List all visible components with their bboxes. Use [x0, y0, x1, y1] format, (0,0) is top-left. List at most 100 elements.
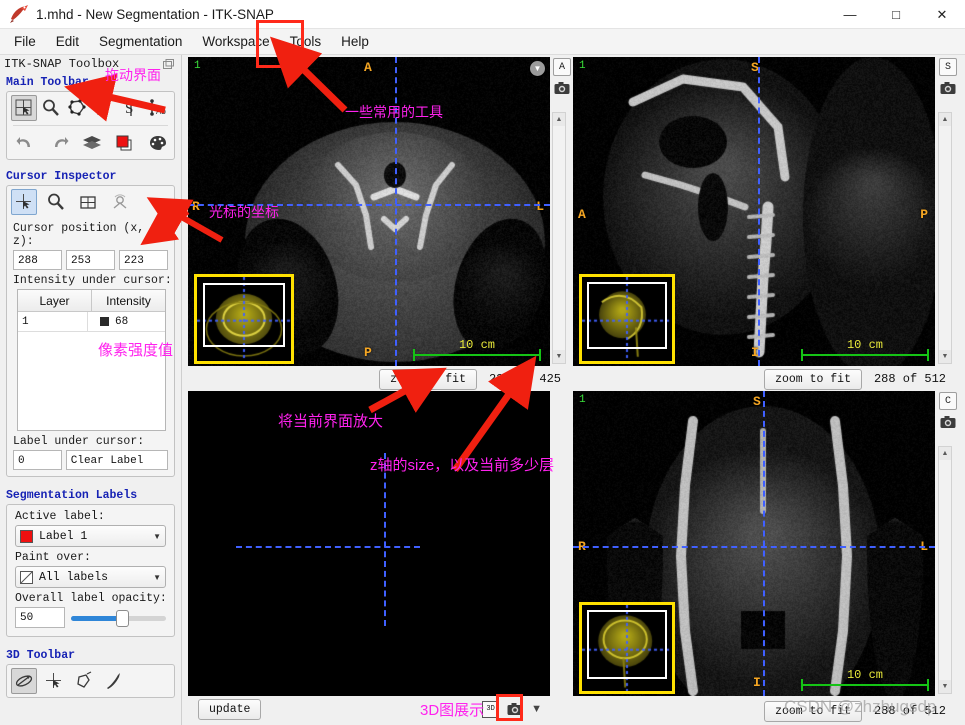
title-bar: 1.mhd - New Segmentation - ITK-SNAP — □ …	[0, 0, 965, 29]
svg-text:S: S	[125, 101, 133, 117]
scroll-up-arrow[interactable]: ▲	[553, 113, 565, 126]
palette-tool-button[interactable]	[145, 130, 170, 156]
intensity-table-header: Layer Intensity	[18, 290, 165, 312]
cell-layer: 1	[18, 312, 88, 331]
sagittal-zoom-to-fit-button[interactable]: zoom to fit	[764, 369, 862, 390]
sagittal-scale-ruler: 10 cm	[801, 342, 929, 360]
toolbar-divider	[13, 125, 168, 126]
window-title: 1.mhd - New Segmentation - ITK-SNAP	[36, 7, 274, 22]
axial-zoom-to-fit-button[interactable]: zoom to fit	[379, 369, 477, 390]
annotation-drag-ui: 拖动界面	[105, 65, 161, 85]
menu-file[interactable]: File	[4, 31, 46, 52]
sagittal-thumbnail-overlay[interactable]	[579, 274, 675, 364]
menu-help[interactable]: Help	[331, 31, 379, 52]
ruler-bar	[801, 354, 929, 356]
paintbrush-tool-button[interactable]	[91, 95, 117, 121]
minimize-button[interactable]: —	[827, 0, 873, 29]
coronal-thumbnail-overlay[interactable]	[579, 602, 675, 694]
undo-tool-button[interactable]	[13, 130, 38, 156]
camera-icon[interactable]	[939, 413, 957, 431]
axial-view-letter-button[interactable]: A	[553, 58, 571, 76]
itk-snap-window: 1.mhd - New Segmentation - ITK-SNAP — □ …	[0, 0, 965, 725]
scalpel-3d-tool-button[interactable]	[101, 668, 127, 694]
polygon-tool-button[interactable]	[64, 95, 90, 121]
scroll-up-arrow[interactable]: ▲	[939, 113, 951, 126]
annotation-show-3d: 3D图展示	[420, 699, 484, 720]
scroll-down-arrow[interactable]: ▼	[553, 350, 565, 363]
coronal-view-panel[interactable]: 1 S I R L 10 cm	[573, 391, 935, 696]
paint-over-dropdown[interactable]: All labels ▼	[15, 566, 166, 588]
axial-slice-counter: 223 of 425	[489, 372, 561, 386]
axial-thumbnail-overlay[interactable]	[194, 274, 294, 364]
sagittal-view-panel[interactable]: 1 S I A P 10 cm	[573, 57, 935, 366]
spraypaint-3d-tool-button[interactable]	[71, 668, 97, 694]
label-under-cursor-row: 0 Clear Label	[7, 450, 174, 470]
csdn-watermark: CSDN @zhzhugsdp	[784, 697, 936, 717]
toolbar-3d-row	[7, 665, 174, 697]
coronal-ruler-label: 10 cm	[801, 668, 929, 682]
cursor-y-input[interactable]: 253	[66, 250, 115, 270]
close-button[interactable]: ✕	[919, 0, 965, 29]
cursor-inspector-group: Cursor position (x, y, z): 288 253 223 I…	[6, 185, 175, 477]
grid-tab[interactable]	[75, 189, 101, 215]
camera-icon[interactable]	[939, 79, 957, 97]
annotation-cursor-coords: 光标的坐标	[209, 202, 279, 222]
opacity-value-input[interactable]: 50	[15, 607, 65, 628]
view3d-update-button[interactable]: update	[198, 699, 261, 720]
sagittal-vertical-scrollbar[interactable]: ▲ ▼	[938, 112, 952, 364]
crosshair-tool-button[interactable]	[11, 95, 37, 121]
coronal-slice-index: 1	[579, 394, 586, 406]
ruler-bar	[801, 684, 929, 686]
sagittal-view-letter-button[interactable]: S	[939, 58, 957, 76]
toolbar-3d-title: 3D Toolbar	[6, 649, 181, 662]
coronal-view-letter-button[interactable]: C	[939, 392, 957, 410]
active-label-dropdown[interactable]: Label 1 ▼	[15, 525, 166, 547]
ruler-cap-left	[801, 349, 803, 361]
intensity-table: Layer Intensity 1 68	[17, 289, 166, 431]
coronal-vertical-scrollbar[interactable]: ▲ ▼	[938, 446, 952, 694]
ruler-cap-right	[539, 349, 541, 361]
menu-edit[interactable]: Edit	[46, 31, 89, 52]
intensity-swatch	[100, 317, 109, 326]
view3d-chevron-down-icon[interactable]: ▼	[531, 703, 542, 715]
coronal-scale-ruler: 10 cm	[801, 672, 929, 690]
menu-segmentation[interactable]: Segmentation	[89, 31, 192, 52]
ray-tab[interactable]	[107, 189, 133, 215]
crosshair-3d-tool-button[interactable]	[41, 668, 67, 694]
sagittal-slice-counter: 288 of 512	[874, 372, 946, 386]
window-controls: — □ ✕	[827, 0, 965, 29]
cursor-position-label: Cursor position (x, y, z):	[13, 222, 174, 248]
table-row[interactable]: 1 68	[18, 312, 165, 332]
camera-icon[interactable]	[553, 79, 571, 97]
cursor-x-input[interactable]: 288	[13, 250, 62, 270]
annotation-zoom-current-view: 将当前界面放大	[278, 410, 383, 431]
maximize-button[interactable]: □	[873, 0, 919, 29]
snake-tool-button[interactable]: S	[118, 95, 144, 121]
view3d-crosshair-vertical	[384, 453, 386, 626]
axial-panel-footer: zoom to fit 223 of 425	[188, 367, 568, 391]
coronal-orient-top: S	[753, 394, 761, 409]
sagittal-ruler-label: 10 cm	[801, 338, 929, 352]
layers-tool-button[interactable]	[79, 130, 104, 156]
cursor-inspector-title: Cursor Inspector	[6, 170, 181, 183]
annotation-tool-button[interactable]: Ab	[144, 95, 170, 121]
scroll-down-arrow[interactable]: ▼	[939, 350, 951, 363]
axial-panel-chevron-down-icon[interactable]: ▼	[530, 61, 545, 76]
zoom-tab[interactable]	[43, 189, 69, 215]
scroll-down-arrow[interactable]: ▼	[939, 680, 951, 693]
label-color-tool-button[interactable]	[112, 130, 137, 156]
label-name-field[interactable]: Clear Label	[66, 450, 168, 470]
scroll-up-arrow[interactable]: ▲	[939, 447, 951, 460]
cursor-tab[interactable]	[11, 189, 37, 215]
cursor-z-input[interactable]: 223	[119, 250, 168, 270]
label-index-input[interactable]: 0	[13, 450, 62, 470]
zoom-pan-tool-button[interactable]	[38, 95, 64, 121]
trackball-3d-tool-button[interactable]	[11, 668, 37, 694]
active-label-color-swatch	[20, 530, 33, 543]
float-window-icon[interactable]	[162, 58, 175, 71]
opacity-slider[interactable]	[71, 609, 166, 627]
view-3d-panel[interactable]	[188, 391, 550, 696]
slider-knob[interactable]	[116, 610, 129, 627]
axial-vertical-scrollbar[interactable]: ▲ ▼	[552, 112, 566, 364]
redo-tool-button[interactable]	[46, 130, 71, 156]
